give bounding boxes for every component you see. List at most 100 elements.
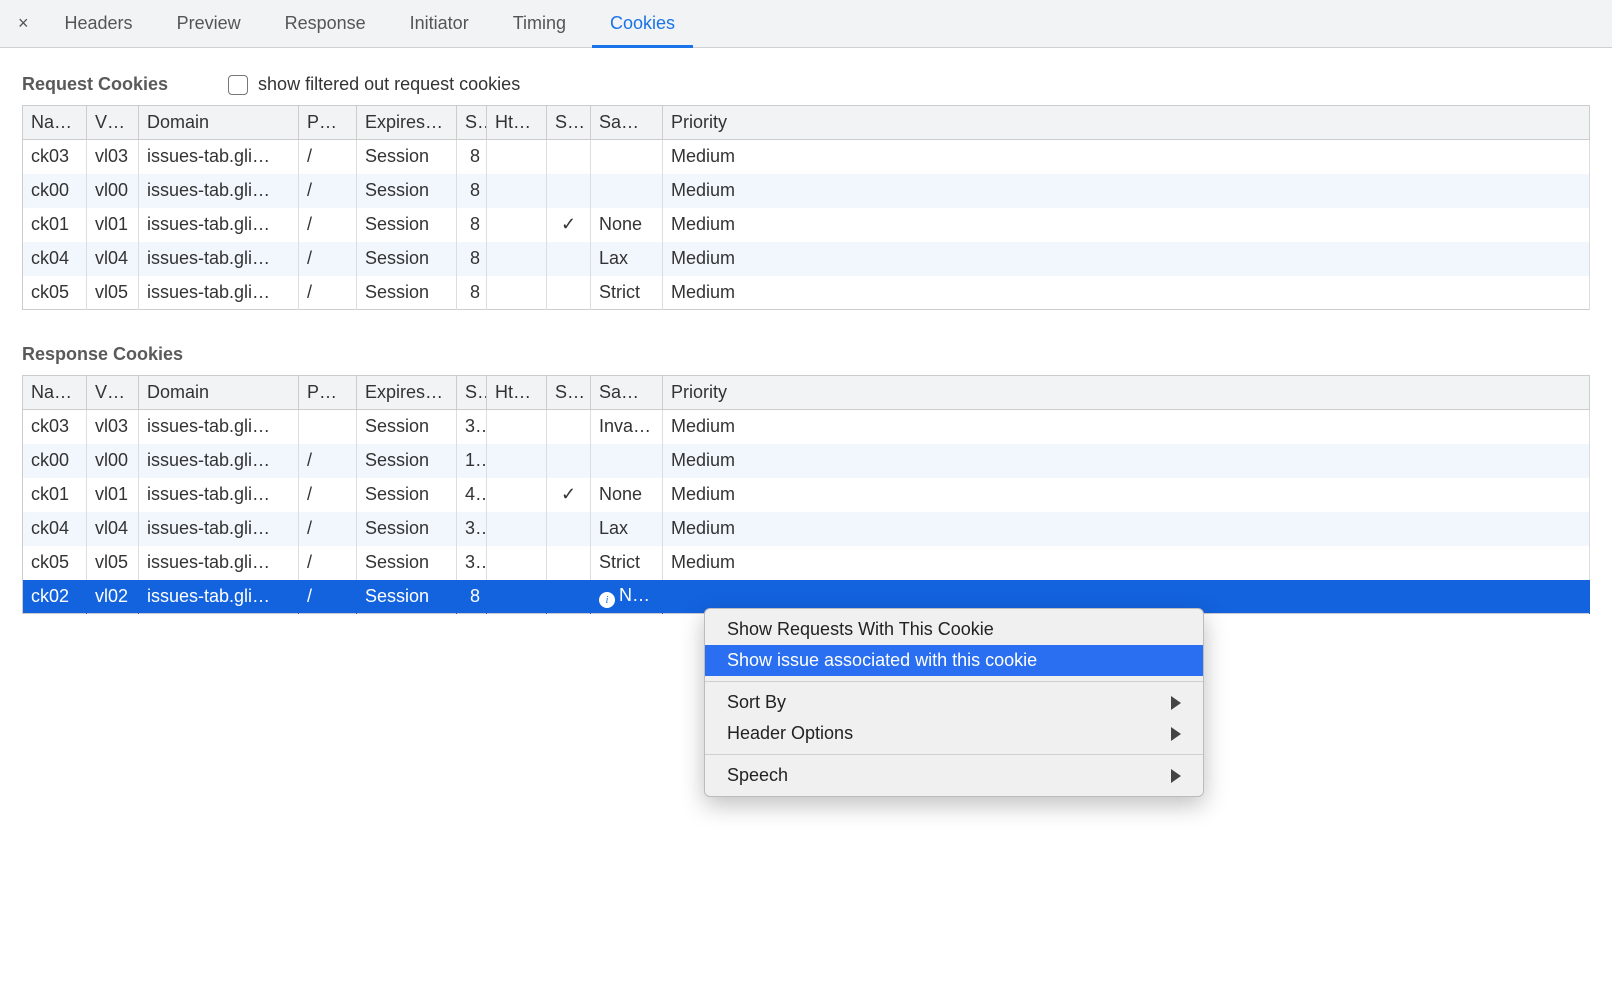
col-header-priority[interactable]: Priority [663,376,1590,410]
request-row[interactable]: ck03vl03issues-tab.gli…/Session8Medium [23,140,1590,174]
col-header-expires[interactable]: Expires… [357,376,457,410]
request-cell-path: / [299,242,357,276]
request-cell-size: 8 [457,174,487,208]
context-menu-item[interactable]: Show issue associated with this cookie [705,645,1203,676]
response-row[interactable]: ck01vl01issues-tab.gli…/Session4..✓NoneM… [23,478,1590,512]
request-cell-secure [547,174,591,208]
response-cell-value: vl02 [87,580,139,614]
request-cell-priority: Medium [663,208,1590,242]
tab-response[interactable]: Response [263,0,388,47]
request-cell-priority: Medium [663,242,1590,276]
col-header-expires[interactable]: Expires… [357,106,457,140]
col-header-path[interactable]: P… [299,106,357,140]
request-cell-same [591,174,663,208]
tab-preview[interactable]: Preview [155,0,263,47]
col-header-http[interactable]: Ht… [487,376,547,410]
response-cell-path: / [299,478,357,512]
response-cell-size: 3.. [457,546,487,580]
response-cell-value: vl01 [87,478,139,512]
response-cell-same: Lax [591,512,663,546]
response-cell-secure [547,580,591,614]
response-cookies-title: Response Cookies [22,344,183,365]
context-menu-item-label: Show Requests With This Cookie [727,619,994,640]
col-header-priority[interactable]: Priority [663,106,1590,140]
request-cell-secure [547,276,591,310]
response-cell-path: / [299,512,357,546]
response-cell-name: ck00 [23,444,87,478]
request-cell-path: / [299,276,357,310]
response-cell-secure [547,410,591,444]
col-header-name[interactable]: Na… [23,376,87,410]
request-row[interactable]: ck01vl01issues-tab.gli…/Session8✓NoneMed… [23,208,1590,242]
col-header-http[interactable]: Ht… [487,106,547,140]
col-header-value[interactable]: V… [87,376,139,410]
request-cell-http [487,242,547,276]
col-header-path[interactable]: P… [299,376,357,410]
context-menu-item-label: Header Options [727,723,853,744]
col-header-size[interactable]: S. [457,376,487,410]
request-cell-domain: issues-tab.gli… [139,140,299,174]
close-icon[interactable]: × [12,13,43,34]
request-cell-secure [547,140,591,174]
response-cell-domain: issues-tab.gli… [139,546,299,580]
col-header-value[interactable]: V… [87,106,139,140]
response-cell-http [487,410,547,444]
request-cell-domain: issues-tab.gli… [139,208,299,242]
request-cell-http [487,140,547,174]
context-menu-item-label: Speech [727,765,788,786]
response-cell-secure: ✓ [547,478,591,512]
response-cell-size: 8 [457,580,487,614]
response-cell-domain: issues-tab.gli… [139,478,299,512]
context-menu-item[interactable]: Speech [705,760,1203,791]
context-menu-item[interactable]: Show Requests With This Cookie [705,614,1203,645]
response-cell-path: / [299,444,357,478]
request-cell-name: ck04 [23,242,87,276]
response-cell-domain: issues-tab.gli… [139,410,299,444]
col-header-domain[interactable]: Domain [139,106,299,140]
request-cell-value: vl03 [87,140,139,174]
response-cell-secure [547,444,591,478]
response-row[interactable]: ck03vl03issues-tab.gli…Session3..Inva…Me… [23,410,1590,444]
response-cell-size: 3.. [457,410,487,444]
response-cell-same: Strict [591,546,663,580]
response-row[interactable]: ck00vl00issues-tab.gli…/Session1..Medium [23,444,1590,478]
response-cell-http [487,580,547,614]
response-cell-expires: Session [357,478,457,512]
response-cell-path: / [299,580,357,614]
submenu-arrow-icon [1171,769,1181,783]
response-cell-secure [547,512,591,546]
col-header-secure[interactable]: S… [547,376,591,410]
request-row[interactable]: ck04vl04issues-tab.gli…/Session8LaxMediu… [23,242,1590,276]
response-cell-priority: Medium [663,478,1590,512]
tab-timing[interactable]: Timing [491,0,588,47]
tab-headers[interactable]: Headers [43,0,155,47]
tab-cookies[interactable]: Cookies [588,0,697,47]
show-filtered-checkbox[interactable]: show filtered out request cookies [228,74,520,95]
response-cell-priority: Medium [663,546,1590,580]
col-header-name[interactable]: Na… [23,106,87,140]
response-cell-domain: issues-tab.gli… [139,512,299,546]
request-row[interactable]: ck05vl05issues-tab.gli…/Session8StrictMe… [23,276,1590,310]
request-cell-priority: Medium [663,140,1590,174]
context-menu-item[interactable]: Sort By [705,687,1203,718]
request-cell-value: vl04 [87,242,139,276]
response-cell-path: / [299,546,357,580]
col-header-domain[interactable]: Domain [139,376,299,410]
tab-initiator[interactable]: Initiator [388,0,491,47]
col-header-secure[interactable]: S… [547,106,591,140]
request-cell-name: ck05 [23,276,87,310]
col-header-same[interactable]: Sa… [591,376,663,410]
response-row[interactable]: ck05vl05issues-tab.gli…/Session3..Strict… [23,546,1590,580]
request-row[interactable]: ck00vl00issues-tab.gli…/Session8Medium [23,174,1590,208]
request-cell-expires: Session [357,242,457,276]
request-cell-path: / [299,174,357,208]
response-cell-name: ck02 [23,580,87,614]
context-menu-item[interactable]: Header Options [705,718,1203,749]
request-cell-http [487,208,547,242]
response-cell-name: ck05 [23,546,87,580]
col-header-size[interactable]: S. [457,106,487,140]
request-cell-same: Lax [591,242,663,276]
response-row[interactable]: ck04vl04issues-tab.gli…/Session3..LaxMed… [23,512,1590,546]
cookies-panel-body: Request Cookies show filtered out reques… [0,48,1612,634]
col-header-same[interactable]: Sa… [591,106,663,140]
